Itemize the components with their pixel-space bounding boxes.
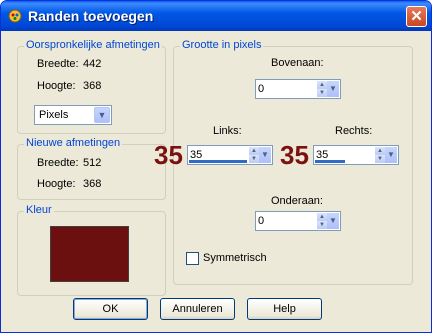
help-button[interactable]: Help (247, 298, 322, 320)
original-height-label: Hoogte: (37, 80, 76, 92)
new-width-value: 512 (83, 157, 102, 169)
new-height-value: 368 (83, 178, 102, 190)
right-label: Rechts: (335, 125, 373, 137)
left-spinbox[interactable]: 35 ▲ ▼ ▼ (187, 145, 273, 165)
close-button[interactable]: ✕ (406, 6, 427, 27)
new-width-label: Breedte: (37, 157, 79, 169)
chevron-down-icon[interactable]: ▼ (94, 107, 110, 123)
app-icon (8, 9, 22, 23)
color-legend: Kleur (24, 204, 54, 216)
down-arrow-icon[interactable]: ▼ (375, 155, 385, 163)
bottom-label: Onderaan: (271, 195, 323, 207)
chevron-down-icon[interactable]: ▼ (259, 147, 271, 163)
bottom-stepper[interactable]: ▲ ▼ (317, 213, 327, 229)
size-pixels-legend: Grootte in pixels (180, 39, 264, 51)
top-stepper[interactable]: ▲ ▼ (317, 81, 327, 97)
top-input[interactable]: 0 (258, 83, 264, 95)
chevron-down-icon[interactable]: ▼ (327, 213, 339, 229)
down-arrow-icon[interactable]: ▼ (317, 89, 327, 97)
new-dimensions-group: Nieuwe afmetingen (17, 137, 166, 200)
right-annotation: 35 (280, 140, 309, 170)
left-label: Links: (213, 125, 242, 137)
bottom-input[interactable]: 0 (258, 215, 264, 227)
close-icon: ✕ (410, 8, 423, 25)
right-spinbox[interactable]: 35 ▲ ▼ ▼ (313, 145, 399, 165)
cancel-button[interactable]: Annuleren (160, 298, 235, 320)
top-spinbox[interactable]: 0 ▲ ▼ ▼ (255, 79, 341, 99)
original-dimensions-legend: Oorspronkelijke afmetingen (24, 39, 162, 51)
chevron-down-icon[interactable]: ▼ (327, 81, 339, 97)
up-arrow-icon[interactable]: ▲ (249, 147, 259, 155)
left-value-bar (189, 160, 247, 163)
down-arrow-icon[interactable]: ▼ (317, 221, 327, 229)
left-stepper[interactable]: ▲ ▼ (249, 147, 259, 163)
unit-select-value: Pixels (39, 109, 69, 121)
right-value-bar (315, 160, 345, 163)
unit-select[interactable]: Pixels ▼ (34, 105, 112, 125)
symmetric-checkbox[interactable] (186, 252, 199, 265)
border-color-swatch[interactable] (50, 226, 129, 282)
window-title: Randen toevoegen (28, 8, 154, 24)
new-dimensions-legend: Nieuwe afmetingen (24, 137, 123, 149)
original-height-value: 368 (83, 80, 102, 92)
chevron-down-icon[interactable]: ▼ (385, 147, 397, 163)
symmetric-label[interactable]: Symmetrisch (203, 252, 267, 264)
new-height-label: Hoogte: (37, 178, 76, 190)
up-arrow-icon[interactable]: ▲ (375, 147, 385, 155)
bottom-spinbox[interactable]: 0 ▲ ▼ ▼ (255, 211, 341, 231)
top-label: Bovenaan: (271, 57, 324, 69)
ok-button[interactable]: OK (73, 298, 148, 320)
original-width-label: Breedte: (37, 58, 79, 70)
dialog-window: Randen toevoegen ✕ Oorspronkelijke afmet… (0, 0, 432, 333)
up-arrow-icon[interactable]: ▲ (317, 81, 327, 89)
title-bar: Randen toevoegen ✕ (1, 1, 431, 31)
original-width-value: 442 (83, 58, 102, 70)
down-arrow-icon[interactable]: ▼ (249, 155, 259, 163)
up-arrow-icon[interactable]: ▲ (317, 213, 327, 221)
right-stepper[interactable]: ▲ ▼ (375, 147, 385, 163)
left-annotation: 35 (154, 140, 183, 170)
